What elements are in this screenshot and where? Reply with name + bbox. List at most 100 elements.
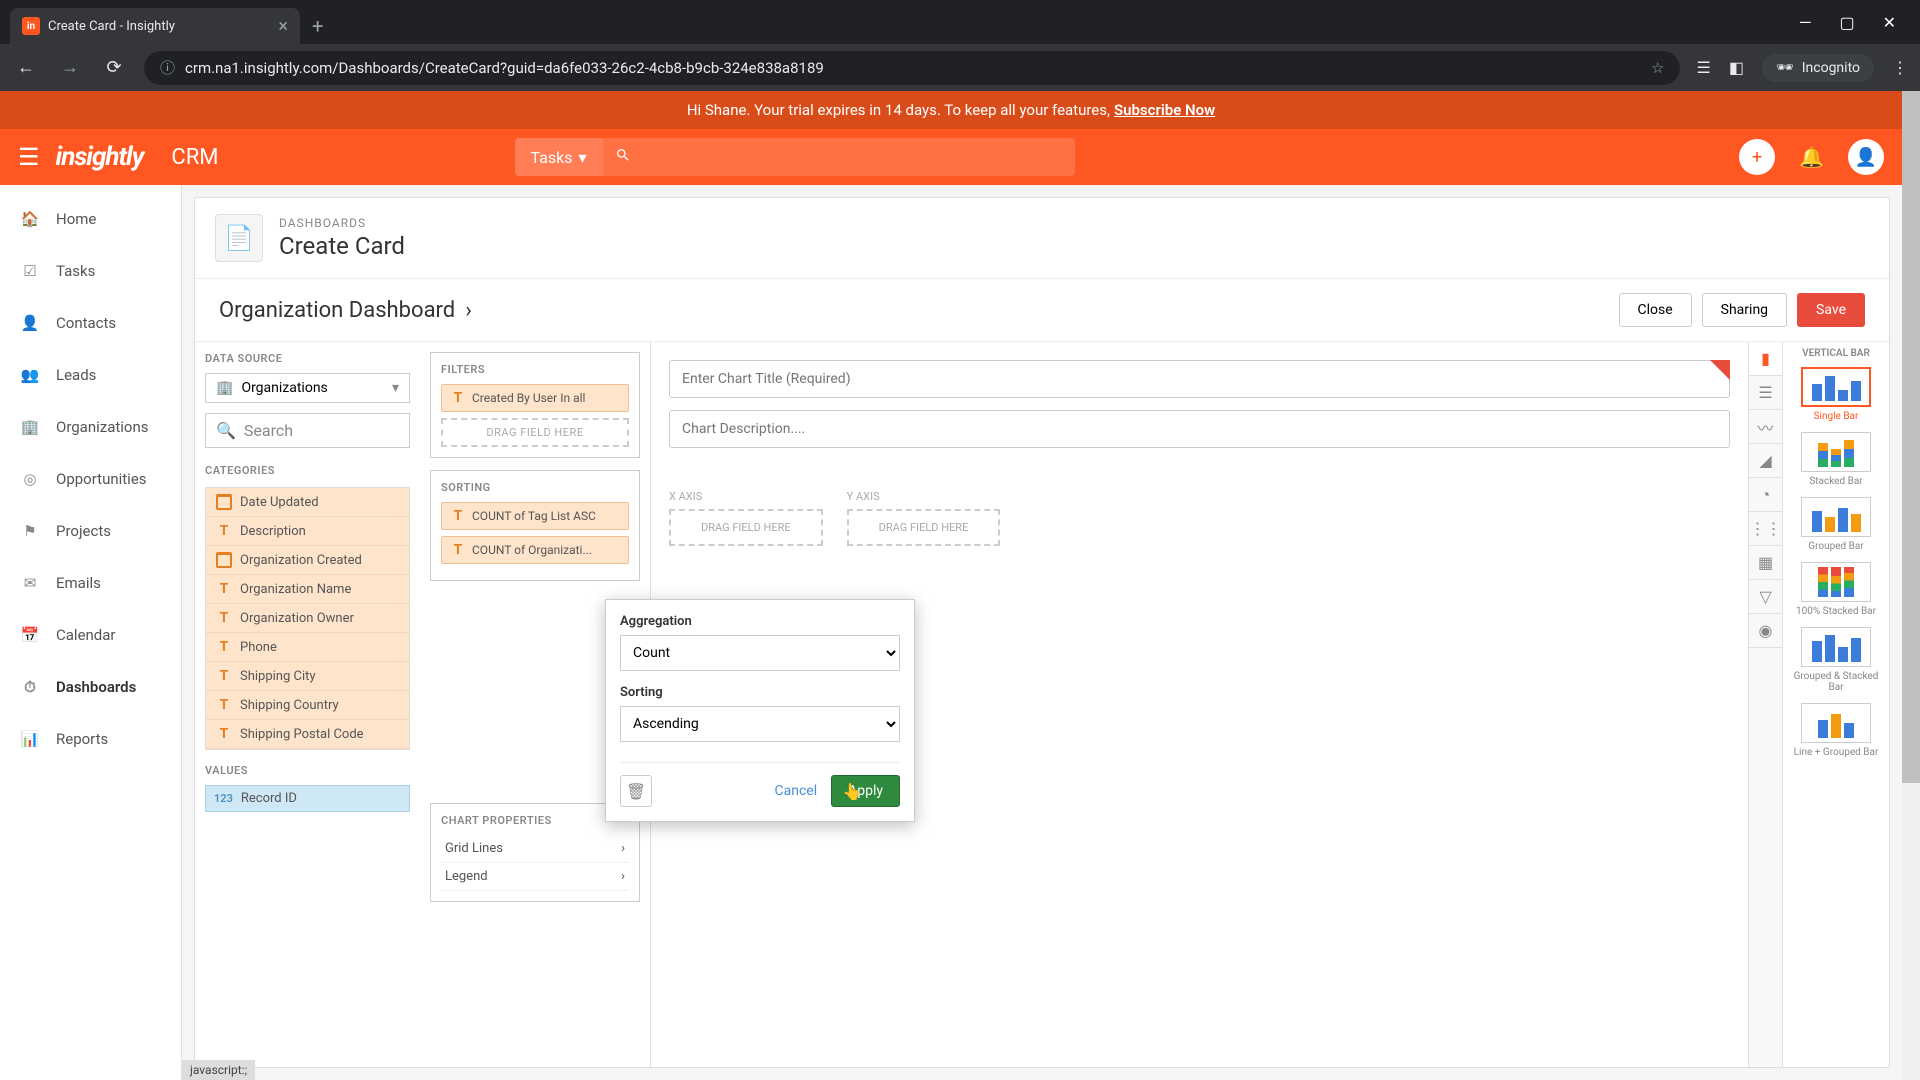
bookmark-icon[interactable]: ☆ [1651,59,1664,77]
chart-prop-gridlines[interactable]: Grid Lines› [441,835,629,863]
chart-option-single-bar[interactable]: Single Bar [1789,367,1883,422]
maximize-icon[interactable]: ▢ [1839,13,1854,32]
minimize-icon[interactable]: — [1799,13,1812,32]
sidebar-item-opportunities[interactable]: ◎Opportunities [0,453,181,505]
chart-option-grouped-stacked-bar[interactable]: Grouped & Stacked Bar [1789,627,1883,693]
category-item[interactable]: TOrganization Name [206,575,409,604]
profile-avatar[interactable]: 👤 [1848,139,1884,175]
sort-config-popover: Aggregation Count Sorting Ascending 🗑 Ca… [605,599,915,822]
gauge-tab[interactable]: ◉ [1749,614,1782,648]
apply-button[interactable]: 👆 Apply [831,775,900,807]
sidebar-item-emails[interactable]: ✉Emails [0,557,181,609]
chart-description-input[interactable] [669,410,1730,448]
scatter-tab[interactable]: ⋮⋮ [1749,512,1782,546]
chart-type-panel: ▮ ☰ 〰 ◢ ◔ ⋮⋮ ▦ ▽ ◉ VERTICAL BAR [1749,342,1889,1067]
value-item[interactable]: 123 Record ID [205,785,410,812]
x-axis-drop-zone[interactable]: DRAG FIELD HERE [669,509,823,546]
chart-option-line-grouped-bar[interactable]: Line + Grouped Bar [1789,703,1883,758]
dashboard-name[interactable]: Organization Dashboard › [219,298,472,323]
category-item[interactable]: Organization Created [206,546,409,575]
area-tab[interactable]: ◢ [1749,444,1782,478]
mail-icon: ✉ [18,571,42,595]
sort-chip[interactable]: TCOUNT of Organizati... [441,536,629,564]
notification-icon[interactable]: 🔔 [1799,145,1824,169]
bars-icon: 📊 [18,727,42,751]
cancel-button[interactable]: Cancel [774,783,817,799]
sidebar-item-organizations[interactable]: 🏢Organizations [0,401,181,453]
reading-list-icon[interactable]: ☰ [1696,58,1710,77]
scrollbar[interactable] [1902,91,1920,1080]
chart-option-grouped-bar[interactable]: Grouped Bar [1789,497,1883,552]
text-type-icon: T [216,726,232,742]
menu-icon[interactable]: ⋮ [1892,58,1908,77]
save-button[interactable]: Save [1797,293,1865,327]
building-icon: 🏢 [18,415,42,439]
chart-option-100-stacked-bar[interactable]: 100% Stacked Bar [1789,562,1883,617]
scrollbar-thumb[interactable] [1902,91,1920,783]
pie-tab[interactable]: ◔ [1749,478,1782,512]
category-item[interactable]: TDescription [206,517,409,546]
incognito-icon: 🕶 [1776,60,1794,76]
category-item[interactable]: TShipping Postal Code [206,720,409,749]
sidebar-item-reports[interactable]: 📊Reports [0,713,181,765]
sorting-select[interactable]: Ascending [620,706,900,742]
search-scope-dropdown[interactable]: Tasks ▾ [515,138,603,176]
hamburger-icon[interactable]: ☰ [18,143,40,171]
line-tab[interactable]: 〰 [1749,410,1782,444]
text-type-icon: T [216,610,232,626]
card-header: 📄 DASHBOARDS Create Card [195,198,1889,279]
date-type-icon [216,494,232,510]
close-window-icon[interactable]: ✕ [1883,13,1896,32]
sidebar-item-calendar[interactable]: 📅Calendar [0,609,181,661]
search-input[interactable] [603,147,1075,167]
logo[interactable]: insightly [56,142,144,172]
chart-option-stacked-bar[interactable]: Stacked Bar [1789,432,1883,487]
sidebar-item-contacts[interactable]: 👤Contacts [0,297,181,349]
table-tab[interactable]: ▦ [1749,546,1782,580]
site-info-icon[interactable]: ⓘ [160,57,175,78]
data-source-select[interactable]: 🏢 Organizations [205,373,410,403]
close-button[interactable]: Close [1619,293,1692,327]
vertical-bar-tab[interactable]: ▮ [1749,342,1782,376]
category-item[interactable]: TShipping City [206,662,409,691]
cursor-icon: 👆 [842,782,862,801]
new-tab-button[interactable]: + [312,14,323,38]
sidebar-item-dashboards[interactable]: ⏱Dashboards [0,661,181,713]
incognito-chip[interactable]: 🕶 Incognito [1762,54,1874,82]
horizontal-bar-tab[interactable]: ☰ [1749,376,1782,410]
category-item[interactable]: Date Updated [206,488,409,517]
funnel-tab[interactable]: ▽ [1749,580,1782,614]
side-panel-icon[interactable]: ◧ [1729,58,1744,77]
category-item[interactable]: TPhone [206,633,409,662]
chevron-right-icon: › [621,869,625,884]
forward-button[interactable]: → [56,57,84,78]
card-type-icon: 📄 [215,214,263,262]
date-type-icon [216,552,232,568]
url-bar[interactable]: ⓘ crm.na1.insightly.com/Dashboards/Creat… [144,51,1680,85]
filter-drop-zone[interactable]: DRAG FIELD HERE [441,418,629,447]
add-button[interactable]: + [1739,139,1775,175]
global-search[interactable]: Tasks ▾ [515,138,1075,176]
delete-button[interactable]: 🗑 [620,775,652,807]
close-icon[interactable]: × [278,16,288,37]
chart-prop-legend[interactable]: Legend› [441,863,629,891]
sidebar-item-tasks[interactable]: ☑Tasks [0,245,181,297]
category-item[interactable]: TOrganization Owner [206,604,409,633]
back-button[interactable]: ← [12,57,40,78]
y-axis-drop-zone[interactable]: DRAG FIELD HERE [847,509,1001,546]
category-item[interactable]: TShipping Country [206,691,409,720]
subscribe-link[interactable]: Subscribe Now [1114,101,1215,119]
leads-icon: 👥 [18,363,42,387]
product-label: CRM [171,145,218,170]
sharing-button[interactable]: Sharing [1702,293,1787,327]
aggregation-select[interactable]: Count [620,635,900,671]
chart-title-input[interactable] [669,360,1730,398]
reload-button[interactable]: ⟳ [100,57,128,78]
browser-tab[interactable]: in Create Card - Insightly × [10,8,300,44]
sidebar-item-leads[interactable]: 👥Leads [0,349,181,401]
sidebar-item-projects[interactable]: ⚑Projects [0,505,181,557]
sort-chip[interactable]: TCOUNT of Tag List ASC [441,502,629,530]
sidebar-item-home[interactable]: 🏠Home [0,193,181,245]
field-search[interactable]: 🔍 Search [205,413,410,448]
filter-chip[interactable]: TCreated By User In all [441,384,629,412]
